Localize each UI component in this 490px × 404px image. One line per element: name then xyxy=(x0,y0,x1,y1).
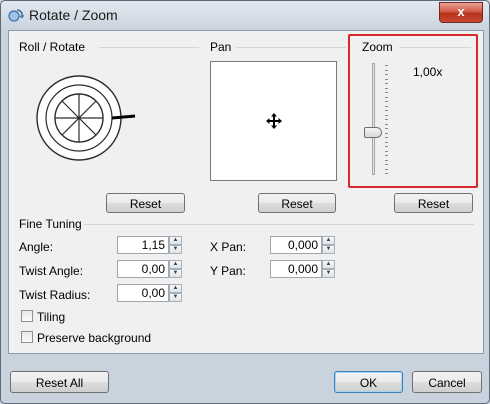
window-title: Rotate / Zoom xyxy=(29,7,118,23)
pan-area[interactable] xyxy=(210,61,337,181)
y-pan-label: Y Pan: xyxy=(210,264,246,278)
roll-reset-button[interactable]: Reset xyxy=(106,193,185,213)
zoom-slider-tick xyxy=(385,70,388,71)
cancel-label: Cancel xyxy=(428,376,466,390)
zoom-slider-tick xyxy=(385,142,388,143)
twist-radius-field[interactable]: 0,00 xyxy=(117,284,169,302)
zoom-slider-tick xyxy=(385,160,388,161)
zoom-slider-tick xyxy=(385,119,388,120)
roll-rotate-dial[interactable] xyxy=(27,73,137,165)
zoom-slider-tick xyxy=(385,137,388,138)
roll-rotate-header: Roll / Rotate xyxy=(19,40,86,54)
dialog-footer: Reset All OK Cancel xyxy=(1,362,489,403)
app-icon xyxy=(8,9,24,22)
ok-label: OK xyxy=(359,376,378,390)
preserve-background-label: Preserve background xyxy=(37,331,152,345)
reset-all-button[interactable]: Reset All xyxy=(10,371,109,393)
preserve-background-checkbox[interactable] xyxy=(21,331,33,343)
zoom-slider-tick xyxy=(385,124,388,125)
zoom-slider-thumb[interactable] xyxy=(364,127,382,138)
angle-label: Angle: xyxy=(19,240,54,254)
zoom-reset-button[interactable]: Reset xyxy=(394,193,473,213)
zoom-slider-tick xyxy=(385,97,388,98)
zoom-slider-tick xyxy=(385,92,388,93)
close-button[interactable]: x xyxy=(439,2,483,23)
x-pan-label: X Pan: xyxy=(210,240,247,254)
y-pan-field[interactable]: 0,000 xyxy=(270,260,322,278)
tiling-label: Tiling xyxy=(37,310,66,324)
zoom-group-divider xyxy=(399,47,471,48)
close-icon: x xyxy=(457,4,465,19)
title-bar[interactable]: Rotate / Zoom x xyxy=(1,1,489,29)
fine-tuning-divider xyxy=(84,224,474,225)
zoom-slider-tick xyxy=(385,133,388,134)
zoom-slider-tick xyxy=(385,101,388,102)
zoom-slider-tick xyxy=(385,173,388,174)
y-pan-up-icon[interactable]: ▲ xyxy=(322,260,335,269)
fine-tuning-header: Fine Tuning xyxy=(19,217,82,231)
twist-radius-up-icon[interactable]: ▲ xyxy=(169,284,182,293)
angle-up-icon[interactable]: ▲ xyxy=(169,236,182,245)
zoom-header: Zoom xyxy=(362,40,393,54)
zoom-slider-tick xyxy=(385,79,388,80)
pan-header: Pan xyxy=(210,40,232,54)
twist-angle-label: Twist Angle: xyxy=(19,264,84,278)
zoom-slider-tick xyxy=(385,74,388,75)
twist-angle-field[interactable]: 0,00 xyxy=(117,260,169,278)
twist-angle-up-icon[interactable]: ▲ xyxy=(169,260,182,269)
twist-radius-label: Twist Radius: xyxy=(19,288,91,302)
reset-all-label: Reset All xyxy=(35,376,84,390)
x-pan-spinner[interactable]: 0,000 ▲ ▼ xyxy=(270,236,335,254)
zoom-slider-tick xyxy=(385,151,388,152)
zoom-slider-tick xyxy=(385,128,388,129)
twist-radius-down-icon[interactable]: ▼ xyxy=(169,293,182,302)
twist-angle-spinner[interactable]: 0,00 ▲ ▼ xyxy=(117,260,182,278)
dialog-content: Roll / Rotate Reset Pan Reset Zoom 1,00x… xyxy=(8,30,484,354)
zoom-slider-track xyxy=(372,63,375,175)
x-pan-up-icon[interactable]: ▲ xyxy=(322,236,335,245)
zoom-value: 1,00x xyxy=(413,65,443,79)
zoom-slider-tick xyxy=(385,146,388,147)
roll-reset-label: Reset xyxy=(129,197,162,211)
zoom-reset-label: Reset xyxy=(417,197,450,211)
zoom-slider-tick xyxy=(385,88,388,89)
zoom-slider-tick xyxy=(385,110,388,111)
roll-group-divider xyxy=(99,47,199,48)
zoom-slider-tick xyxy=(385,155,388,156)
ok-button[interactable]: OK xyxy=(334,371,403,393)
twist-angle-down-icon[interactable]: ▼ xyxy=(169,269,182,278)
x-pan-field[interactable]: 0,000 xyxy=(270,236,322,254)
y-pan-down-icon[interactable]: ▼ xyxy=(322,269,335,278)
zoom-slider-tick xyxy=(385,106,388,107)
zoom-slider-tick xyxy=(385,164,388,165)
pan-group-divider xyxy=(236,47,346,48)
cancel-button[interactable]: Cancel xyxy=(412,371,482,393)
y-pan-spinner[interactable]: 0,000 ▲ ▼ xyxy=(270,260,335,278)
twist-radius-spinner[interactable]: 0,00 ▲ ▼ xyxy=(117,284,182,302)
angle-field[interactable]: 1,15 xyxy=(117,236,169,254)
angle-down-icon[interactable]: ▼ xyxy=(169,245,182,254)
zoom-slider-tick xyxy=(385,115,388,116)
rotate-zoom-dialog: Rotate / Zoom x Roll / Rotate Reset Pan xyxy=(0,0,490,404)
pan-reset-button[interactable]: Reset xyxy=(258,193,336,213)
angle-spinner[interactable]: 1,15 ▲ ▼ xyxy=(117,236,182,254)
zoom-slider-tick xyxy=(385,169,388,170)
zoom-slider[interactable] xyxy=(361,61,391,177)
zoom-slider-tick xyxy=(385,83,388,84)
pan-reset-label: Reset xyxy=(281,197,313,211)
x-pan-down-icon[interactable]: ▼ xyxy=(322,245,335,254)
tiling-checkbox[interactable] xyxy=(21,310,33,322)
zoom-slider-tick xyxy=(385,65,388,66)
move-cross-icon xyxy=(266,113,282,129)
